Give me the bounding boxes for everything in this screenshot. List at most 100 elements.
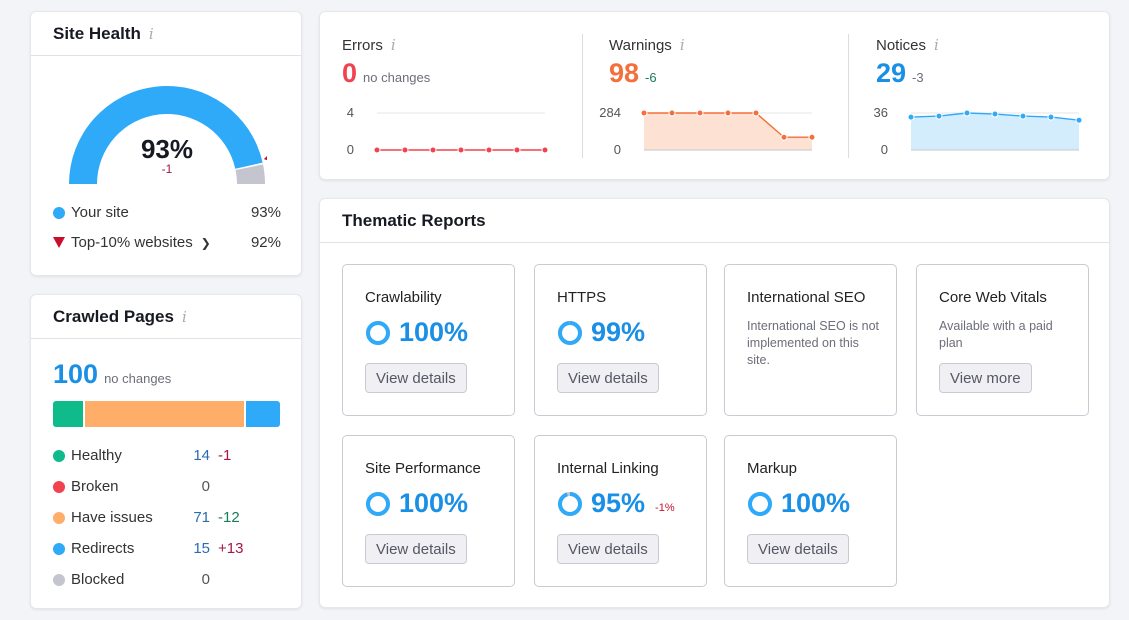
site-health-score: 93% xyxy=(140,134,194,164)
report-title: Core Web Vitals xyxy=(939,289,1047,306)
report-title: Crawlability xyxy=(365,289,442,306)
y-min-label: 0 xyxy=(614,142,621,157)
site-health-title: Site Health xyxy=(53,23,141,43)
data-point[interactable] xyxy=(724,109,732,117)
notices-sparkline: 36 0 xyxy=(874,105,1083,157)
legend-value: 93% xyxy=(250,204,281,221)
errors-count[interactable]: 0 xyxy=(342,58,357,89)
divider xyxy=(848,34,849,158)
your-site-dot-icon xyxy=(53,206,65,219)
site-health-header: Site Health i xyxy=(31,12,301,56)
data-point[interactable] xyxy=(485,146,493,154)
y-min-label: 0 xyxy=(347,142,354,157)
report-score: 95% -1% xyxy=(557,488,675,519)
ring-fill xyxy=(558,491,582,516)
thematic-reports-card: Thematic Reports Crawlability 100% View … xyxy=(319,198,1110,608)
data-point[interactable] xyxy=(907,113,915,121)
report-card-markup: Markup 100% View details xyxy=(724,435,897,587)
report-title: Internal Linking xyxy=(557,460,659,477)
data-point[interactable] xyxy=(808,133,816,141)
notices-count[interactable]: 29 xyxy=(876,58,906,89)
info-icon[interactable]: i xyxy=(182,308,187,326)
top10-triangle-icon xyxy=(53,237,65,248)
errors-title: Errors i xyxy=(342,36,396,54)
crawled-row-have-issues[interactable]: Have issues 71 -12 xyxy=(53,509,240,526)
data-point[interactable] xyxy=(991,110,999,118)
row-count[interactable]: 15 xyxy=(177,540,210,557)
ring-fill xyxy=(558,320,582,345)
errors-section: Errors i 0 no changes 40 xyxy=(320,12,582,181)
site-health-delta: -1 xyxy=(161,162,173,176)
data-point[interactable] xyxy=(401,146,409,154)
bar-segment-redirects[interactable] xyxy=(245,401,280,427)
report-percent: 100% xyxy=(399,317,469,347)
warnings-count[interactable]: 98 xyxy=(609,58,639,89)
row-label: Redirects xyxy=(71,540,135,557)
progress-ring-icon xyxy=(366,491,390,516)
row-count[interactable]: 14 xyxy=(177,447,210,464)
data-point[interactable] xyxy=(780,133,788,141)
crawled-total-count[interactable]: 100 xyxy=(53,359,98,390)
warnings-sparkline: 284 0 xyxy=(599,105,816,157)
view-details-button[interactable]: View details xyxy=(557,363,659,393)
chevron-down-icon[interactable]: ❯ xyxy=(201,236,211,250)
legend-top10[interactable]: Top-10% websites ❯ 92% xyxy=(53,234,281,251)
row-label: Have issues xyxy=(71,509,153,526)
legend-your-site: Your site 93% xyxy=(53,204,281,221)
data-point[interactable] xyxy=(668,109,676,117)
report-card-site-performance: Site Performance 100% View details xyxy=(342,435,515,587)
crawled-row-redirects[interactable]: Redirects 15 +13 xyxy=(53,540,243,557)
report-delta: -1% xyxy=(655,501,675,514)
data-point[interactable] xyxy=(696,109,704,117)
y-max-label: 4 xyxy=(347,105,354,120)
view-details-button[interactable]: View details xyxy=(747,534,849,564)
info-icon[interactable]: i xyxy=(391,36,396,54)
status-dot-icon xyxy=(53,480,65,493)
data-point[interactable] xyxy=(1047,113,1055,121)
row-count[interactable]: 71 xyxy=(177,509,210,526)
bar-segment-have-issues[interactable] xyxy=(84,401,246,427)
status-dot-icon xyxy=(53,542,65,555)
data-point[interactable] xyxy=(429,146,437,154)
data-point[interactable] xyxy=(752,109,760,117)
data-point[interactable] xyxy=(513,146,521,154)
warnings-delta: -6 xyxy=(645,70,657,85)
view-details-button[interactable]: View details xyxy=(365,363,467,393)
errors-sparkline: 40 xyxy=(347,105,549,157)
view-details-button[interactable]: View details xyxy=(365,534,467,564)
thematic-reports-title: Thematic Reports xyxy=(342,210,486,230)
crawled-pages-card: Crawled Pages i 100 no changes Healthy 1… xyxy=(30,294,302,609)
legend-value: 92% xyxy=(250,234,281,251)
info-icon[interactable]: i xyxy=(680,36,685,54)
data-point[interactable] xyxy=(640,109,648,117)
crawled-total-delta: no changes xyxy=(104,371,172,386)
row-count: 0 xyxy=(201,478,210,495)
report-score: 99% xyxy=(557,317,645,348)
data-point[interactable] xyxy=(1019,112,1027,120)
data-point[interactable] xyxy=(1075,116,1083,124)
data-point[interactable] xyxy=(935,112,943,120)
row-label: Healthy xyxy=(71,447,122,464)
crawled-row-broken[interactable]: Broken 0 xyxy=(53,478,218,495)
progress-ring-icon xyxy=(748,491,772,516)
area-fill xyxy=(644,113,812,150)
info-icon[interactable]: i xyxy=(934,36,939,54)
bar-segment-healthy[interactable] xyxy=(53,401,85,427)
legend-label: Your site xyxy=(71,204,129,221)
legend-label: Top-10% websites xyxy=(71,234,193,251)
view-more-button[interactable]: View more xyxy=(939,363,1032,393)
data-point[interactable] xyxy=(541,146,549,154)
data-point[interactable] xyxy=(457,146,465,154)
progress-ring-icon xyxy=(558,320,582,345)
row-delta: -12 xyxy=(218,509,240,526)
data-point[interactable] xyxy=(963,109,971,117)
report-description: Available with a paid plan xyxy=(939,319,1053,350)
data-point[interactable] xyxy=(373,146,381,154)
info-icon[interactable]: i xyxy=(149,25,154,43)
view-details-button[interactable]: View details xyxy=(557,534,659,564)
report-percent: 95% xyxy=(591,488,646,518)
crawled-row-blocked[interactable]: Blocked 0 xyxy=(53,571,218,588)
report-card-internal-linking: Internal Linking 95% -1% View details xyxy=(534,435,707,587)
y-max-label: 36 xyxy=(874,105,888,120)
crawled-row-healthy[interactable]: Healthy 14 -1 xyxy=(53,447,231,464)
